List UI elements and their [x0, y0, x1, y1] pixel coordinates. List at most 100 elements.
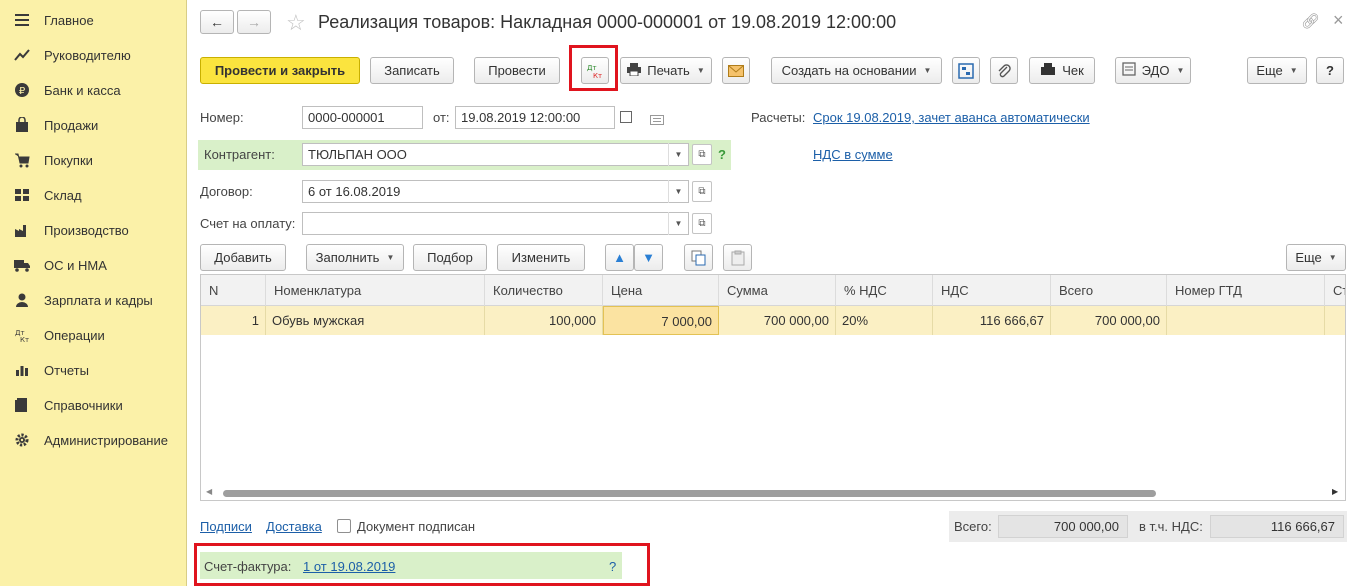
edo-icon — [1121, 62, 1136, 79]
structure-button[interactable] — [952, 57, 980, 84]
column-header[interactable]: Номер ГТД — [1167, 275, 1325, 306]
table-cell[interactable]: 700 000,00 — [1051, 306, 1167, 335]
sidebar-item-purchases[interactable]: Покупки — [0, 146, 187, 174]
sidebar-item-label: Главное — [44, 12, 94, 28]
open-icon[interactable]: ⧉ — [692, 181, 712, 202]
settlements-link[interactable]: Срок 19.08.2019, зачет аванса автоматиче… — [813, 110, 1090, 125]
counterparty-help-icon[interactable]: ? — [718, 147, 726, 162]
chevron-down-icon: ▼ — [1328, 253, 1337, 262]
column-header[interactable]: Количество — [485, 275, 603, 306]
sidebar-item-payroll[interactable]: Зарплата и кадры — [0, 286, 187, 314]
table-cell[interactable]: Обувь мужская — [266, 306, 485, 335]
column-header[interactable]: % НДС — [836, 275, 933, 306]
column-header[interactable]: НДС — [933, 275, 1051, 306]
create-based-label: Создать на основании — [781, 63, 917, 78]
open-icon[interactable]: ⧉ — [692, 213, 712, 234]
open-icon[interactable]: ⧉ — [692, 144, 712, 165]
sidebar-item-production[interactable]: Производство — [0, 216, 187, 244]
send-email-button[interactable] — [722, 57, 750, 84]
column-header[interactable]: Ст — [1325, 275, 1345, 306]
date-label: от: — [433, 110, 450, 125]
sidebar-item-manager[interactable]: Руководителю — [0, 41, 187, 69]
totals-panel: Всего: 700 000,00 в т.ч. НДС: 116 666,67 — [949, 511, 1347, 542]
number-label: Номер: — [200, 110, 244, 125]
total-label: Всего: — [954, 519, 992, 534]
copy-button[interactable] — [684, 244, 713, 271]
comment-icon[interactable] — [650, 113, 664, 125]
sidebar-item-sales[interactable]: Продажи — [0, 111, 187, 139]
chevron-down-icon: ▼ — [386, 253, 395, 262]
contract-field[interactable]: 6 от 16.08.2019 — [302, 180, 689, 203]
table-cell[interactable]: 700 000,00 — [719, 306, 836, 335]
forward-button[interactable]: → — [237, 10, 271, 34]
table-more-label: Еще — [1295, 250, 1322, 265]
column-header[interactable]: Цена — [603, 275, 719, 306]
sidebar-item-admin[interactable]: Администрирование — [0, 426, 187, 454]
table-row[interactable]: 1 Обувь мужская 100,000 7 000,00 700 000… — [201, 306, 1345, 335]
link-icon[interactable]: 🔗︎ — [1301, 12, 1320, 30]
bag-icon — [13, 116, 31, 134]
pick-button[interactable]: Подбор — [413, 244, 487, 271]
document-signed-checkbox[interactable] — [337, 519, 351, 533]
table-cell[interactable]: 1 — [201, 306, 266, 335]
more-button[interactable]: Еще ▼ — [1247, 57, 1307, 84]
total-vat-label: в т.ч. НДС: — [1139, 519, 1203, 534]
save-button[interactable]: Записать — [370, 57, 454, 84]
paste-button[interactable] — [723, 244, 752, 271]
scroll-left-icon[interactable]: ◀ — [206, 487, 212, 496]
star-icon[interactable]: ☆ — [286, 10, 306, 36]
receipt-button[interactable]: Чек — [1029, 57, 1095, 84]
counterparty-field[interactable]: ТЮЛЬПАН ООО — [302, 143, 689, 166]
close-icon[interactable]: × — [1333, 10, 1344, 31]
edo-button[interactable]: ЭДО ▼ — [1115, 57, 1191, 84]
envelope-icon — [728, 64, 744, 77]
move-down-button[interactable]: ▼ — [634, 244, 663, 271]
fill-button[interactable]: Заполнить ▼ — [306, 244, 404, 271]
sidebar-item-bank[interactable]: ₽ Банк и касса — [0, 76, 187, 104]
sidebar-item-catalogs[interactable]: Справочники — [0, 391, 187, 419]
sidebar: Главное Руководителю ₽ Банк и касса Прод… — [0, 0, 187, 586]
move-up-button[interactable]: ▲ — [605, 244, 634, 271]
table-cell[interactable]: 116 666,67 — [933, 306, 1051, 335]
create-based-on-button[interactable]: Создать на основании ▼ — [771, 57, 942, 84]
print-button[interactable]: Печать ▼ — [620, 57, 712, 84]
sidebar-item-reports[interactable]: Отчеты — [0, 356, 187, 384]
table-cell[interactable] — [1325, 306, 1345, 335]
help-button[interactable]: ? — [1316, 57, 1344, 84]
table-cell-active[interactable]: 7 000,00 — [603, 306, 719, 335]
invoice-for-payment-field[interactable] — [302, 212, 689, 235]
back-button[interactable]: ← — [200, 10, 234, 34]
date-field[interactable]: 19.08.2019 12:00:00 — [455, 106, 615, 129]
horizontal-scrollbar[interactable]: ◀ ▶ — [201, 486, 1345, 500]
calendar-icon[interactable] — [620, 111, 632, 123]
vat-mode-link[interactable]: НДС в сумме — [813, 147, 893, 162]
chevron-down-icon[interactable]: ▼ — [668, 212, 688, 235]
sidebar-item-main[interactable]: Главное — [0, 6, 187, 34]
signatures-link[interactable]: Подписи — [200, 519, 252, 534]
chevron-down-icon: ▼ — [1176, 66, 1185, 75]
column-header[interactable]: N — [201, 275, 266, 306]
table-more-button[interactable]: Еще ▼ — [1286, 244, 1346, 271]
table-cell[interactable] — [1167, 306, 1325, 335]
chevron-down-icon[interactable]: ▼ — [668, 143, 688, 166]
chevron-down-icon[interactable]: ▼ — [668, 180, 688, 203]
sidebar-item-fixed-assets[interactable]: ОС и НМА — [0, 251, 187, 279]
post-button[interactable]: Провести — [474, 57, 560, 84]
attach-button[interactable] — [990, 57, 1018, 84]
post-and-close-button[interactable]: Провести и закрыть — [200, 57, 360, 84]
sidebar-item-warehouse[interactable]: Склад — [0, 181, 187, 209]
table-cell[interactable]: 100,000 — [485, 306, 603, 335]
person-icon — [13, 291, 31, 309]
gear-icon — [13, 431, 31, 449]
scrollbar-thumb[interactable] — [223, 490, 1156, 497]
change-button[interactable]: Изменить — [497, 244, 585, 271]
delivery-link[interactable]: Доставка — [266, 519, 322, 534]
column-header[interactable]: Номенклатура — [266, 275, 485, 306]
column-header[interactable]: Сумма — [719, 275, 836, 306]
number-field[interactable]: 0000-000001 — [302, 106, 423, 129]
scroll-right-icon[interactable]: ▶ — [1332, 487, 1338, 496]
table-cell[interactable]: 20% — [836, 306, 933, 335]
sidebar-item-operations[interactable]: Дт Кт Операции — [0, 321, 187, 349]
add-row-button[interactable]: Добавить — [200, 244, 286, 271]
column-header[interactable]: Всего — [1051, 275, 1167, 306]
